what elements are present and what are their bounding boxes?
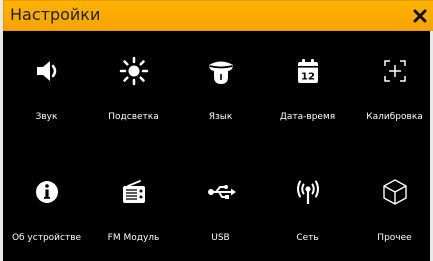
usb-icon	[206, 177, 236, 207]
setting-label: FM Модуль	[107, 233, 160, 243]
setting-label: Подсветка	[108, 112, 159, 122]
setting-fm[interactable]: FM Модуль	[90, 152, 177, 243]
setting-label: Калибровка	[366, 112, 423, 122]
setting-usb[interactable]: USB	[177, 152, 264, 243]
title-bar: Настройки	[3, 0, 433, 31]
sun-icon	[119, 56, 149, 86]
setting-label: Об устройстве	[11, 233, 82, 243]
calendar-day-text: 12	[301, 72, 315, 83]
setting-backlight[interactable]: Подсветка	[90, 31, 177, 122]
crosshair-icon	[380, 56, 410, 86]
speaker-icon	[32, 56, 62, 86]
setting-label: Прочее	[377, 233, 412, 243]
window-title: Настройки	[10, 5, 101, 24]
tongue-icon	[206, 56, 236, 86]
setting-other[interactable]: Прочее	[351, 152, 433, 243]
setting-network[interactable]: Сеть	[264, 152, 351, 243]
setting-about[interactable]: Об устройстве	[3, 152, 90, 243]
setting-calibration[interactable]: Калибровка	[351, 31, 433, 122]
setting-label: Дата-время	[279, 112, 336, 122]
info-icon	[32, 177, 62, 207]
radio-icon	[119, 177, 149, 207]
setting-sound[interactable]: Звук	[3, 31, 90, 122]
antenna-icon	[293, 177, 323, 207]
calendar-icon: 12	[293, 56, 323, 86]
cube-icon	[380, 177, 410, 207]
close-button[interactable]	[411, 7, 429, 25]
setting-label: USB	[211, 233, 230, 243]
settings-grid: Звук Подсветка Язык 12 Дата-время Калибр…	[3, 31, 433, 261]
setting-language[interactable]: Язык	[177, 31, 264, 122]
setting-label: Язык	[208, 112, 233, 122]
close-icon	[413, 9, 427, 23]
setting-label: Сеть	[296, 233, 319, 243]
setting-label: Звук	[35, 112, 58, 122]
settings-window: Настройки Звук Подсветка Язык 12 Дата-вр…	[0, 0, 433, 261]
setting-datetime[interactable]: 12 Дата-время	[264, 31, 351, 122]
